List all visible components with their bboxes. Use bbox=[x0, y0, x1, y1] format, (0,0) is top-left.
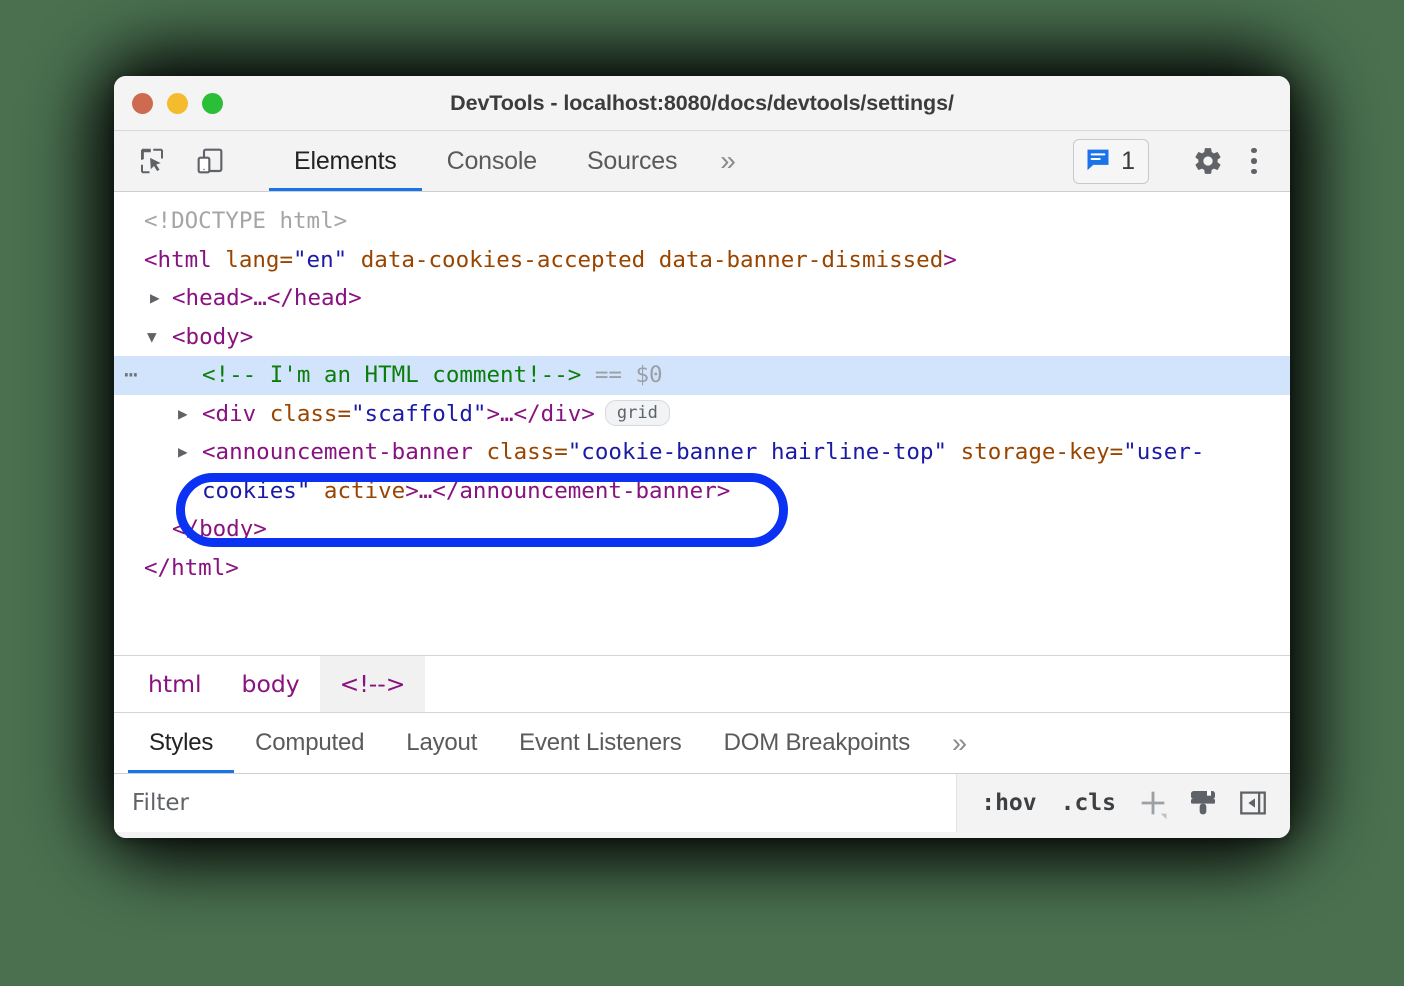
breadcrumb-item-html[interactable]: html bbox=[128, 656, 222, 712]
html-close-text: </html> bbox=[144, 555, 239, 581]
plus-icon[interactable] bbox=[1128, 778, 1178, 828]
toolbar-right-icons: 1 bbox=[1073, 131, 1290, 191]
expand-head-arrow-icon[interactable]: ▶ bbox=[150, 279, 160, 318]
dom-breadcrumb: html body <!--> bbox=[114, 655, 1290, 713]
devtools-main-toolbar: Elements Console Sources » 1 bbox=[114, 131, 1290, 192]
banner-attr-active: active bbox=[324, 478, 405, 504]
div-attr-class: class= bbox=[270, 401, 351, 427]
breadcrumb-item-html-label: html bbox=[148, 670, 202, 698]
breadcrumb-item-body[interactable]: body bbox=[222, 656, 320, 712]
issues-count-label: 1 bbox=[1121, 147, 1135, 176]
breadcrumb-item-body-label: body bbox=[242, 670, 300, 698]
dom-line-body-close[interactable]: </body> bbox=[114, 510, 1290, 549]
toggle-sidebar-icon[interactable] bbox=[1228, 778, 1278, 828]
div-rest: >…</div> bbox=[486, 401, 594, 427]
panel-tabs: Elements Console Sources » bbox=[269, 131, 754, 191]
tab-layout-label: Layout bbox=[406, 729, 477, 757]
banner-rest: >…</announcement-banner> bbox=[405, 478, 730, 504]
more-panels-label: » bbox=[720, 145, 735, 177]
issues-message-icon bbox=[1084, 145, 1112, 178]
paint-brush-icon[interactable] bbox=[1178, 778, 1228, 828]
dom-line-doctype[interactable]: <!DOCTYPE html> bbox=[114, 202, 1290, 241]
inspect-element-icon[interactable] bbox=[130, 139, 174, 183]
html-tag-name: <html bbox=[144, 247, 212, 273]
banner-attr-storage-key: storage-key= bbox=[961, 439, 1124, 465]
cls-toggle-button[interactable]: .cls bbox=[1049, 790, 1128, 816]
html-tag-close-bracket: > bbox=[943, 247, 957, 273]
tab-event-listeners-label: Event Listeners bbox=[519, 729, 681, 757]
tab-computed[interactable]: Computed bbox=[234, 713, 385, 773]
toolbar-left-icons bbox=[114, 131, 269, 191]
dom-tree-panel[interactable]: <!DOCTYPE html> <html lang="en" data-coo… bbox=[114, 192, 1290, 655]
more-panels-chevron-icon[interactable]: » bbox=[702, 131, 753, 191]
tab-elements-label: Elements bbox=[294, 147, 397, 176]
selected-node-marker: == $0 bbox=[595, 362, 663, 388]
traffic-lights bbox=[132, 93, 223, 114]
styles-filter-bar: :hov .cls bbox=[114, 774, 1290, 832]
body-close-text: </body> bbox=[172, 516, 267, 542]
styles-filter-input[interactable] bbox=[114, 774, 957, 832]
head-text: <head>…</head> bbox=[172, 285, 362, 311]
dom-line-body-open[interactable]: ▼ <body> bbox=[114, 318, 1290, 357]
more-options-dots-icon[interactable]: ⋯ bbox=[124, 356, 139, 395]
kebab-menu-icon[interactable] bbox=[1234, 139, 1274, 183]
banner-attr-class-value: "cookie-banner hairline-top" bbox=[568, 439, 947, 465]
tab-styles[interactable]: Styles bbox=[128, 713, 234, 773]
html-attr-lang: lang= bbox=[225, 247, 293, 273]
issues-counter-button[interactable]: 1 bbox=[1073, 139, 1149, 184]
hov-toggle-button[interactable]: :hov bbox=[969, 790, 1048, 816]
expand-banner-arrow-icon[interactable]: ▶ bbox=[178, 433, 188, 472]
tab-dom-breakpoints-label: DOM Breakpoints bbox=[724, 729, 910, 757]
tab-console[interactable]: Console bbox=[422, 131, 562, 191]
html-comment-text: <!-- I'm an HTML comment!--> bbox=[202, 362, 581, 388]
html-attr-cookies: data-cookies-accepted bbox=[361, 247, 645, 273]
window-titlebar: DevTools - localhost:8080/docs/devtools/… bbox=[114, 76, 1290, 131]
tab-sources-label: Sources bbox=[587, 147, 677, 176]
doctype-text: <!DOCTYPE html> bbox=[144, 208, 347, 234]
gear-icon[interactable] bbox=[1186, 139, 1230, 183]
close-window-button[interactable] bbox=[132, 93, 153, 114]
tab-styles-label: Styles bbox=[149, 729, 213, 757]
tab-event-listeners[interactable]: Event Listeners bbox=[498, 713, 702, 773]
tab-dom-breakpoints[interactable]: DOM Breakpoints bbox=[703, 713, 931, 773]
collapse-body-arrow-icon[interactable]: ▼ bbox=[147, 318, 157, 357]
minimize-window-button[interactable] bbox=[167, 93, 188, 114]
dom-line-div-scaffold[interactable]: ▶ <div class="scaffold">…</div> grid bbox=[114, 395, 1290, 434]
window-title: DevTools - localhost:8080/docs/devtools/… bbox=[114, 91, 1290, 116]
more-sidebar-tabs-label: » bbox=[952, 728, 967, 759]
tab-elements[interactable]: Elements bbox=[269, 131, 422, 191]
html-attr-banner: data-banner-dismissed bbox=[659, 247, 943, 273]
html-attr-lang-value: "en" bbox=[293, 247, 347, 273]
dom-line-comment-selected[interactable]: ⋯ <!-- I'm an HTML comment!--> == $0 bbox=[114, 356, 1290, 395]
tab-computed-label: Computed bbox=[255, 729, 364, 757]
device-toolbar-icon[interactable] bbox=[188, 139, 232, 183]
styles-sidebar-tabs: Styles Computed Layout Event Listeners D… bbox=[114, 713, 1290, 774]
zoom-window-button[interactable] bbox=[202, 93, 223, 114]
dom-line-html-open[interactable]: <html lang="en" data-cookies-accepted da… bbox=[114, 241, 1290, 280]
more-sidebar-tabs-chevron-icon[interactable]: » bbox=[931, 713, 988, 773]
dom-line-head[interactable]: ▶ <head>…</head> bbox=[114, 279, 1290, 318]
styles-filter-actions: :hov .cls bbox=[957, 774, 1290, 832]
breadcrumb-item-comment-label: <!--> bbox=[340, 670, 406, 698]
banner-tag-name: <announcement-banner bbox=[202, 439, 473, 465]
expand-div-arrow-icon[interactable]: ▶ bbox=[178, 395, 188, 434]
dom-line-announcement-banner[interactable]: ▶ <announcement-banner class="cookie-ban… bbox=[114, 433, 1290, 510]
div-tag-name: <div bbox=[202, 401, 256, 427]
breadcrumb-item-comment[interactable]: <!--> bbox=[320, 656, 426, 712]
grid-badge[interactable]: grid bbox=[605, 400, 670, 426]
dom-line-html-close[interactable]: </html> bbox=[114, 549, 1290, 588]
banner-attr-class: class= bbox=[486, 439, 567, 465]
body-open-text: <body> bbox=[172, 324, 253, 350]
window-bottom-strip bbox=[114, 832, 1290, 838]
tab-console-label: Console bbox=[447, 147, 537, 176]
devtools-window: DevTools - localhost:8080/docs/devtools/… bbox=[114, 76, 1290, 838]
tab-sources[interactable]: Sources bbox=[562, 131, 702, 191]
div-attr-class-value: "scaffold" bbox=[351, 401, 486, 427]
tab-layout[interactable]: Layout bbox=[385, 713, 498, 773]
